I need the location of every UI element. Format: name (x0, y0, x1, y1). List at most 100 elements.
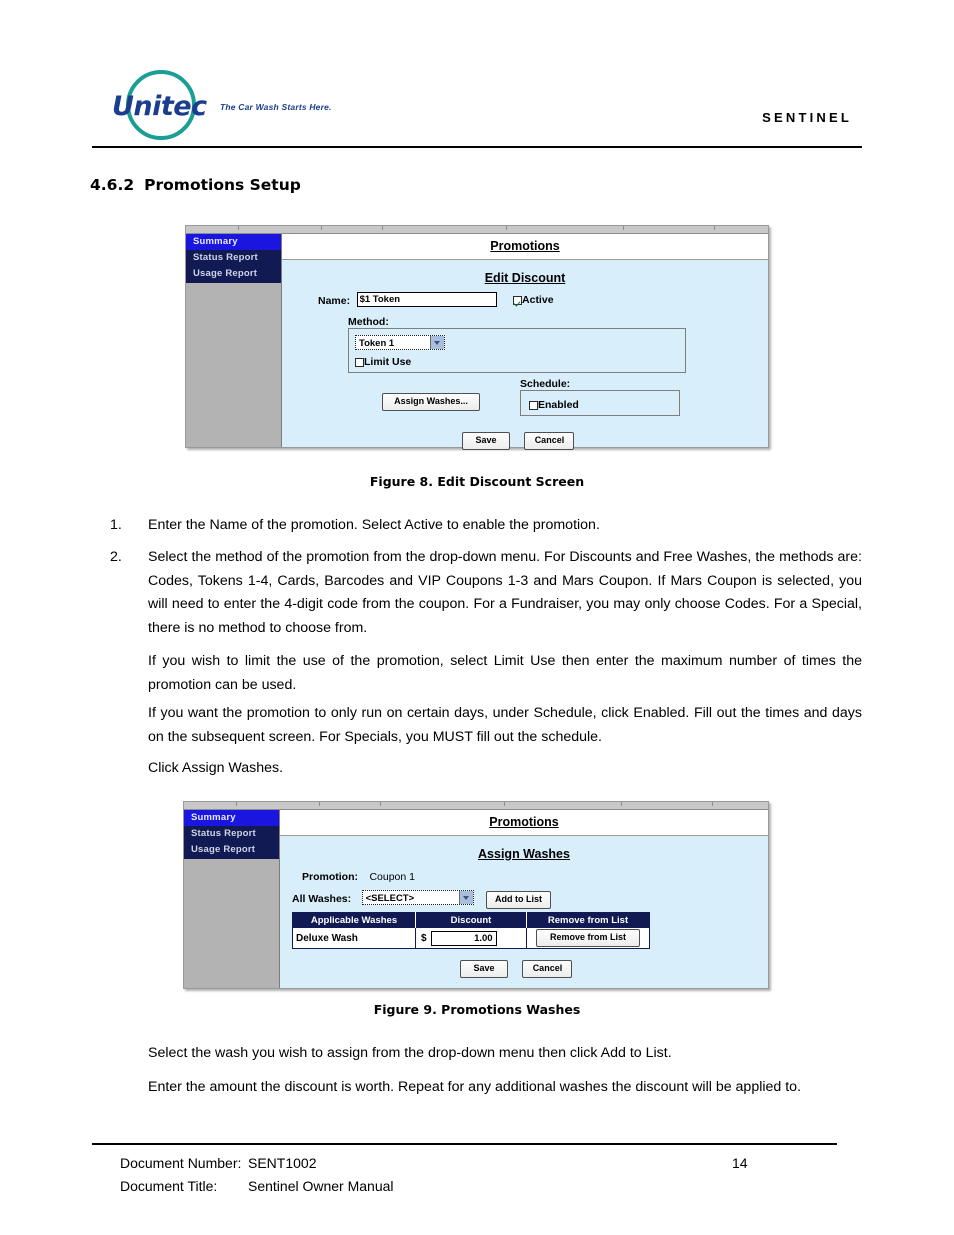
page-footer: Document Number: SENT1002 14 Document Tit… (92, 1143, 837, 1198)
footer-doc-title-row: Document Title: Sentinel Owner Manual (92, 1175, 837, 1198)
app-main-panel: Promotions Assign Washes Promotion: Coup… (280, 810, 768, 988)
schedule-enabled-group[interactable]: Enabled (529, 396, 579, 414)
section-number: 4.6.2 (90, 176, 135, 194)
list-item: 1. Enter the Name of the promotion. Sele… (110, 514, 862, 538)
limit-use-group[interactable]: Limit Use (355, 353, 411, 371)
sidebar-item-usage-report[interactable]: Usage Report (186, 266, 281, 282)
edit-discount-screenshot: Summary Status Report Usage Report Promo… (185, 225, 769, 450)
schedule-label: Schedule: (520, 378, 571, 390)
method-groupbox: Token 1 Limit Use (348, 328, 686, 373)
cancel-button[interactable]: Cancel (522, 960, 573, 978)
section-heading: 4.6.2 Promotions Setup (90, 176, 301, 194)
all-washes-dropdown[interactable]: <SELECT> (361, 890, 474, 906)
figure-8-caption: Figure 8. Edit Discount Screen (369, 474, 585, 489)
page-header: Unitec The Car Wash Starts Here. SENTINE… (92, 62, 862, 148)
cell-remove: Remove from List (526, 928, 650, 949)
method-dropdown-wrap[interactable]: Token 1 (355, 334, 445, 352)
cell-wash-name: Deluxe Wash (292, 928, 416, 949)
sidebar-item-status-report[interactable]: Status Report (186, 250, 281, 266)
screen-title: Assign Washes (478, 847, 570, 861)
all-washes-row: All Washes: <SELECT> Add to List (292, 889, 552, 909)
app-body: Summary Status Report Usage Report Promo… (186, 234, 768, 450)
sidebar-item-label: Summary (193, 236, 238, 247)
active-checkbox-group[interactable]: Active (513, 291, 554, 308)
paragraph-schedule: If you want the promotion to only run on… (148, 705, 862, 745)
form-actions: Save Cancel (462, 430, 575, 450)
paragraph-enter-amount: Enter the amount the discount is worth. … (148, 1079, 802, 1095)
logo-tagline: The Car Wash Starts Here. (220, 102, 332, 112)
schedule-groupbox: Enabled (520, 390, 680, 416)
applicable-washes-table-wrap: Applicable Washes Discount Remove from L… (292, 912, 650, 949)
sidebar-item-label: Summary (191, 812, 236, 823)
footer-doc-number-label: Document Number: (120, 1155, 242, 1171)
app-titlebar: Promotions (280, 810, 768, 836)
paragraph-click-assign: Click Assign Washes. (148, 760, 284, 776)
sidebar-item-label: Status Report (193, 252, 258, 263)
figure-8: Summary Status Report Usage Report Promo… (185, 225, 769, 450)
page-number: 14 (732, 1155, 748, 1171)
list-item-number: 1. (110, 517, 122, 533)
sidebar-item-label: Usage Report (193, 268, 258, 279)
chevron-down-icon[interactable] (458, 891, 473, 905)
header-product-name: SENTINEL (762, 110, 852, 125)
section-title: Promotions Setup (144, 176, 301, 194)
logo-wordmark: Unitec (112, 91, 207, 122)
save-button[interactable]: Save (462, 432, 510, 450)
name-input[interactable]: $1 Token (356, 292, 497, 308)
assign-washes-button[interactable]: Assign Washes... (382, 393, 480, 411)
sidebar-item-summary[interactable]: Summary (186, 234, 281, 250)
limit-use-checkbox[interactable] (355, 358, 364, 367)
app-toolbar-strip (184, 802, 768, 810)
footer-doc-title-label: Document Title: (120, 1178, 218, 1194)
paragraph-limit-use: If you wish to limit the use of the prom… (148, 653, 862, 693)
currency-symbol: $ (421, 932, 427, 944)
unitec-logo: Unitec The Car Wash Starts Here. (108, 66, 408, 142)
cancel-button[interactable]: Cancel (524, 432, 575, 450)
active-checkbox[interactable] (513, 296, 523, 305)
all-washes-label: All Washes: (292, 893, 352, 905)
footer-doc-number-value: SENT1002 (248, 1155, 317, 1171)
sidebar-item-summary[interactable]: Summary (184, 810, 279, 826)
sidebar-item-status-report[interactable]: Status Report (184, 826, 279, 842)
figure-9-caption: Figure 9. Promotions Washes (373, 1002, 581, 1017)
table-row: Deluxe Wash $1.00 Remove from List (292, 928, 650, 949)
assign-washes-screenshot: Summary Status Report Usage Report Promo… (183, 801, 769, 989)
discount-input[interactable]: 1.00 (430, 930, 497, 946)
all-washes-dropdown-value: <SELECT> (365, 893, 415, 905)
footer-doc-number-row: Document Number: SENT1002 14 (92, 1152, 837, 1175)
screen-title: Edit Discount (484, 271, 566, 285)
column-header-applicable-washes: Applicable Washes (292, 912, 416, 928)
method-dropdown[interactable]: Token 1 (355, 335, 445, 351)
app-toolbar-strip (186, 226, 768, 234)
chevron-down-icon[interactable] (430, 336, 444, 350)
schedule-enabled-checkbox[interactable] (529, 401, 538, 410)
cell-discount: $1.00 (415, 928, 527, 949)
promotion-value: Coupon 1 (369, 871, 415, 883)
method-dropdown-value: Token 1 (359, 338, 395, 350)
applicable-washes-table: Applicable Washes Discount Remove from L… (292, 912, 650, 949)
remove-from-list-button[interactable]: Remove from List (536, 929, 640, 947)
app-sidebar: Summary Status Report Usage Report (184, 810, 280, 988)
sidebar-item-usage-report[interactable]: Usage Report (184, 842, 279, 858)
list-item-text: Enter the Name of the promotion. Select … (148, 517, 600, 533)
app-body: Summary Status Report Usage Report Promo… (184, 810, 768, 988)
document-page: Unitec The Car Wash Starts Here. SENTINE… (0, 0, 954, 1235)
sidebar-nav: Summary Status Report Usage Report (186, 234, 281, 283)
promotion-label: Promotion: (302, 871, 358, 883)
sidebar-item-label: Usage Report (191, 844, 256, 855)
footer-doc-title-value: Sentinel Owner Manual (248, 1178, 394, 1194)
sidebar-item-label: Status Report (191, 828, 256, 839)
app-sidebar: Summary Status Report Usage Report (186, 234, 282, 447)
list-item-text: Select the method of the promotion from … (148, 549, 862, 636)
sidebar-nav: Summary Status Report Usage Report (184, 810, 279, 859)
save-button[interactable]: Save (460, 960, 508, 978)
app-main-panel: Promotions Edit Discount Name: $1 Token … (282, 234, 768, 450)
assign-washes-wrap[interactable]: Assign Washes... (382, 391, 480, 411)
list-item-number: 2. (110, 549, 122, 565)
method-label: Method: (348, 316, 389, 328)
add-to-list-button[interactable]: Add to List (486, 891, 552, 909)
limit-use-label: Limit Use (364, 355, 412, 368)
app-title: Promotions (489, 815, 559, 829)
paragraph-select-wash: Select the wash you wish to assign from … (148, 1045, 672, 1061)
promotion-row: Promotion: Coupon 1 (302, 867, 415, 885)
